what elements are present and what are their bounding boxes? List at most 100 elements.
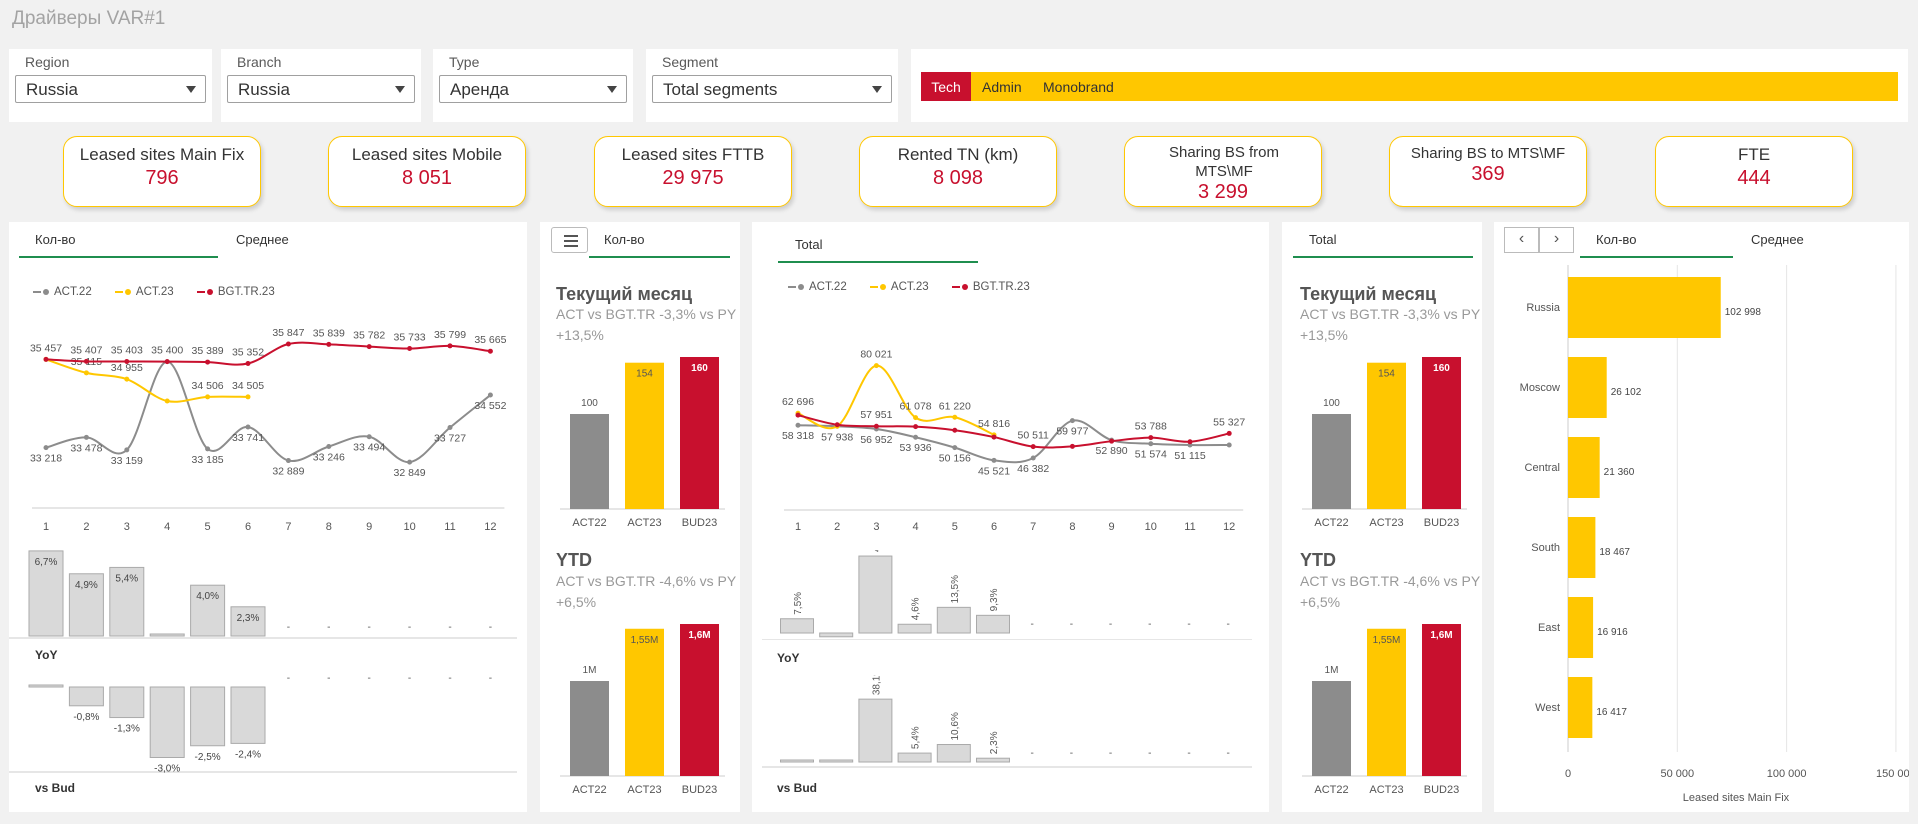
data-point: [447, 343, 453, 349]
x-tick-label: ACT22: [1314, 784, 1348, 796]
kpi-card[interactable]: Leased sites Mobile 8 051: [328, 136, 526, 207]
data-label: 100: [1323, 398, 1340, 409]
branch-select[interactable]: Russia: [227, 75, 415, 103]
data-label: 1,55M: [1373, 635, 1401, 646]
data-label: -: [1109, 748, 1112, 759]
kpi-value: 8 098: [932, 167, 984, 189]
data-point: [1148, 435, 1154, 441]
x-tick-label: 2: [834, 521, 840, 533]
legend-swatch: [196, 290, 205, 293]
region-select[interactable]: Russia: [15, 75, 206, 103]
bar: [976, 614, 1010, 634]
bar: [897, 752, 932, 763]
kpi-card[interactable]: Sharing BS from MTS\MF 3 299: [1124, 136, 1322, 207]
kpi-card[interactable]: Leased sites Main Fix 796: [63, 136, 261, 207]
chevron-right-icon[interactable]: ›: [1539, 227, 1574, 253]
chevron-left-icon[interactable]: ‹: [1504, 227, 1539, 253]
tag-tech[interactable]: Tech: [921, 72, 971, 101]
y-tick-label: West: [1535, 702, 1560, 714]
x-tick-label: 3: [873, 521, 879, 533]
x-tick-label: 12: [1223, 521, 1235, 533]
data-point: [991, 457, 997, 463]
trend-line-chart: 1 2 3 4 5 6 7 8 9 10 11 1258 318 57 938 56 95253 9365…: [782, 349, 1245, 533]
data-point: [1109, 438, 1115, 444]
data-label: 34 552: [474, 400, 506, 412]
data-point: [124, 359, 130, 365]
data-label: 80 021: [860, 349, 892, 361]
current-month-subtitle: +13,5%: [556, 327, 604, 343]
data-point: [205, 394, 211, 400]
data-label: 55 327: [1213, 416, 1245, 428]
data-label: 2,3%: [989, 731, 1000, 754]
data-label: -2,5%: [195, 752, 221, 763]
x-tick-label: 1: [795, 521, 801, 533]
tag-bar: Tech Admin Monobrand: [921, 72, 1898, 101]
chevron-down-icon: [607, 86, 617, 93]
data-label: -: [287, 675, 290, 684]
bar: [1568, 437, 1600, 498]
kpi-card[interactable]: Leased sites FTTB 29 975: [594, 136, 792, 207]
y-tick-label: South: [1531, 542, 1560, 554]
data-label: 32 889: [272, 466, 304, 478]
legend-label: BGT.TR.23: [217, 286, 275, 298]
tab-underline: [1293, 256, 1473, 258]
data-label: 1,55M: [631, 635, 659, 646]
x-tick-label: BUD23: [1424, 517, 1459, 529]
legend: ACT.22 ACT.23 BGT.TR.23: [33, 286, 295, 298]
data-label: -: [408, 675, 411, 684]
data-label: -: [408, 622, 411, 633]
tag-admin[interactable]: Admin: [982, 72, 1022, 101]
trend-line-chart: 1 2 3 4 5 6 7 8 9 10 11 1233 21833 47833 159 33 1853…: [30, 327, 507, 533]
data-point: [952, 445, 958, 451]
data-label: -1,3%: [114, 724, 140, 735]
data-point: [285, 458, 291, 464]
data-label: 35 782: [353, 330, 385, 342]
data-point: [873, 423, 879, 429]
data-label: 100: [581, 398, 598, 409]
data-label: 35 457: [30, 342, 62, 354]
data-label: 160: [1433, 363, 1450, 374]
kpi-value: 369: [1471, 163, 1505, 185]
tab-kolvo[interactable]: Кол-во: [604, 232, 644, 247]
list-icon: [564, 240, 578, 242]
data-label: 51 574: [1135, 449, 1167, 461]
data-label: 34 505: [232, 380, 264, 392]
legend-swatch: [33, 290, 41, 293]
chevron-down-icon: [186, 86, 196, 93]
type-select[interactable]: Аренда: [439, 75, 627, 103]
x-tick-label: 0: [1565, 768, 1571, 780]
tab-total[interactable]: Total: [795, 237, 822, 252]
data-label: 53 788: [1135, 421, 1167, 433]
tab-kolvo[interactable]: Кол-во: [1596, 232, 1636, 247]
bar: [1367, 362, 1406, 509]
segment-select[interactable]: Total segments: [652, 75, 892, 103]
x-tick-label: BUD23: [682, 784, 717, 796]
ytd-subtitle: ACT vs BGT.TR -4,6% vs PY: [556, 573, 737, 589]
data-label: -: [368, 622, 371, 633]
data-point: [326, 443, 332, 449]
legend-item: ACT.23: [114, 286, 174, 298]
yoy-bar-chart: 7,5% 40,5% 4,6% 13,5% 9,3% - - - - - -: [762, 550, 1252, 640]
x-tick-label: BUD23: [1424, 784, 1459, 796]
tag-monobrand[interactable]: Monobrand: [1043, 72, 1114, 101]
data-label: 62 696: [782, 396, 814, 408]
chevron-down-icon: [872, 86, 882, 93]
legend-label: ACT.23: [135, 286, 174, 298]
list-menu-button[interactable]: [551, 227, 588, 253]
data-label: 32 849: [394, 467, 426, 479]
bar: [1422, 624, 1461, 776]
kpi-card[interactable]: Sharing BS to MTS\MF 369: [1389, 136, 1587, 207]
kpi-card[interactable]: FTE 444: [1655, 136, 1853, 207]
data-label: 61 220: [939, 400, 971, 412]
data-label: 50 511: [1018, 430, 1049, 442]
x-tick-label: 4: [164, 521, 170, 533]
tab-kolvo[interactable]: Кол-во: [35, 232, 75, 247]
tab-srednee[interactable]: Среднее: [236, 232, 289, 247]
tab-srednee[interactable]: Среднее: [1751, 232, 1804, 247]
bar: [109, 686, 145, 719]
kpi-card[interactable]: Rented TN (km) 8 098: [859, 136, 1057, 207]
data-point: [795, 412, 801, 418]
x-tick-label: ACT23: [627, 517, 661, 529]
data-label: 51 115: [1174, 450, 1205, 462]
tab-total[interactable]: Total: [1309, 232, 1336, 247]
